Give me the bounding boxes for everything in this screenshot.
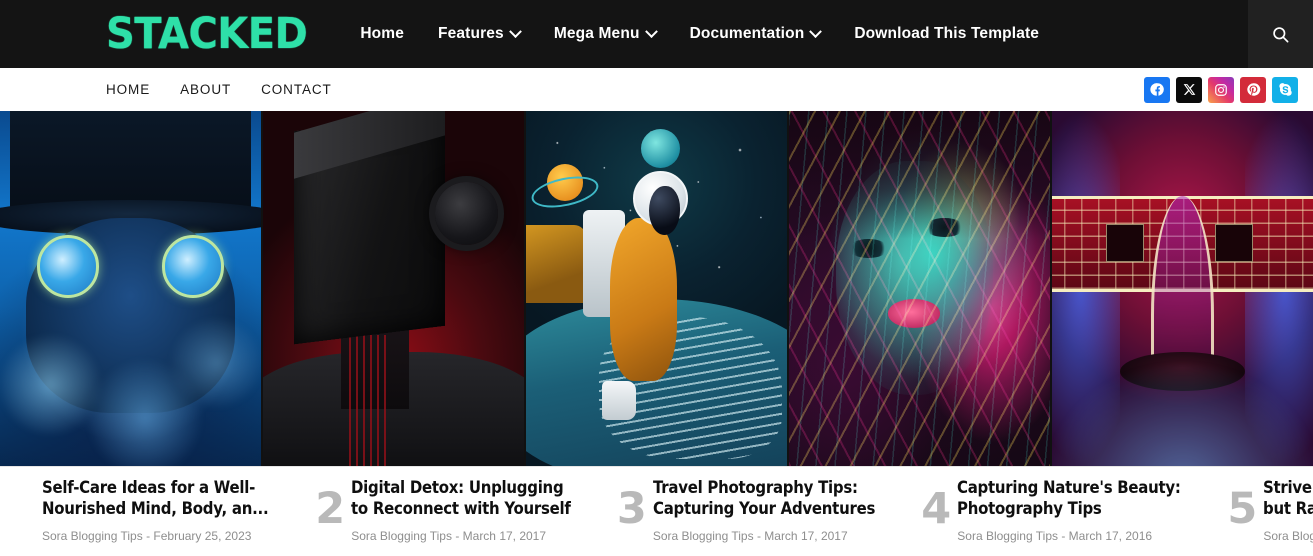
post-image-neon-woman-portrait bbox=[789, 111, 1050, 466]
post-image-box-head-figure bbox=[263, 111, 524, 466]
chevron-down-icon bbox=[644, 24, 658, 38]
facebook-link[interactable] bbox=[1144, 76, 1170, 103]
post-title-line: Capturing Your Adventures bbox=[652, 499, 875, 520]
nav-item-download-this-template[interactable]: Download This Template bbox=[837, 0, 1056, 68]
skype-icon bbox=[1278, 83, 1292, 96]
carousel-slide-3[interactable] bbox=[526, 111, 787, 466]
post-title-line: Photography Tips bbox=[957, 499, 1102, 520]
nav-item-documentation[interactable]: Documentation bbox=[673, 0, 838, 68]
post-title[interactable]: Capturing Nature's Beauty: Photography T… bbox=[957, 478, 1212, 520]
post-meta: Sora Blogging Tips - March 17, 2016 bbox=[1263, 529, 1313, 544]
nav-item-label: Features bbox=[438, 25, 504, 42]
nav-item-home[interactable]: Home bbox=[343, 0, 421, 68]
carousel-slide-2[interactable] bbox=[263, 111, 524, 466]
sub-nav-item-about[interactable]: ABOUT bbox=[165, 82, 246, 97]
sub-nav-item-home[interactable]: HOME bbox=[106, 82, 165, 97]
post-title-line: Self-Care Ideas for a Well- bbox=[42, 478, 256, 498]
secondary-navigation-bar: HOME ABOUT CONTACT bbox=[0, 68, 1313, 111]
site-logo[interactable]: STACKED bbox=[106, 0, 308, 70]
nav-item-label: Mega Menu bbox=[553, 25, 640, 42]
post-cell-2[interactable]: 2 Digital Detox: Unplugging to Reconnect… bbox=[309, 467, 611, 556]
secondary-navigation: HOME ABOUT CONTACT bbox=[106, 82, 347, 97]
carousel-slide-5[interactable] bbox=[1052, 111, 1313, 466]
post-meta: Sora Blogging Tips - March 17, 2017 bbox=[351, 529, 547, 544]
instagram-icon bbox=[1215, 83, 1227, 96]
x-icon bbox=[1183, 84, 1195, 95]
post-title-line: Capturing Nature's Beauty: bbox=[957, 478, 1181, 498]
nav-item-label: Documentation bbox=[689, 25, 805, 42]
post-image-astronaut-riding-whale bbox=[526, 111, 787, 466]
post-rank-number: 2 bbox=[315, 484, 346, 534]
instagram-link[interactable] bbox=[1208, 76, 1234, 103]
post-image-blue-steampunk-portrait bbox=[0, 111, 261, 466]
top-header: STACKED Home Features Mega Menu Document… bbox=[0, 0, 1313, 68]
search-icon bbox=[1273, 26, 1289, 42]
post-meta: Sora Blogging Tips - February 25, 2023 bbox=[42, 529, 252, 544]
post-title-line: but Rather to Be of Value bbox=[1263, 499, 1313, 520]
carousel-slide-1[interactable] bbox=[0, 111, 261, 466]
nav-item-label: Home bbox=[360, 25, 404, 42]
search-button[interactable] bbox=[1248, 0, 1313, 68]
carousel-slide-4[interactable] bbox=[789, 111, 1050, 466]
nav-item-features[interactable]: Features bbox=[421, 0, 537, 68]
post-title-line: Digital Detox: Unplugging bbox=[351, 478, 564, 498]
main-navigation: Home Features Mega Menu Documentation Do… bbox=[343, 0, 1056, 68]
skype-link[interactable] bbox=[1272, 76, 1298, 103]
post-title-line: Travel Photography Tips: bbox=[652, 478, 858, 498]
post-title[interactable]: Self-Care Ideas for a Well- Nourished Mi… bbox=[42, 478, 300, 520]
post-cell-1[interactable]: 1 Self-Care Ideas for a Well- Nourished … bbox=[0, 467, 309, 556]
post-title-line: Strive Not to Be a Success, bbox=[1263, 478, 1313, 498]
post-image-cyber-visor-face bbox=[1052, 111, 1313, 466]
chevron-down-icon bbox=[809, 24, 823, 38]
featured-posts-titles: 1 Self-Care Ideas for a Well- Nourished … bbox=[0, 466, 1313, 556]
pinterest-icon bbox=[1246, 83, 1260, 96]
post-rank-number: 5 bbox=[1227, 484, 1258, 534]
post-title-line: to Reconnect with Yourself bbox=[351, 499, 571, 520]
social-links bbox=[1144, 76, 1298, 103]
nav-item-mega-menu[interactable]: Mega Menu bbox=[537, 0, 673, 68]
post-cell-3[interactable]: 3 Travel Photography Tips: Capturing You… bbox=[611, 467, 915, 556]
post-title[interactable]: Strive Not to Be a Success, but Rather t… bbox=[1263, 478, 1313, 520]
nav-item-label: Download This Template bbox=[854, 25, 1040, 42]
post-title[interactable]: Digital Detox: Unplugging to Reconnect w… bbox=[351, 478, 601, 520]
post-cell-5[interactable]: 5 Strive Not to Be a Success, but Rather… bbox=[1221, 467, 1313, 556]
pinterest-link[interactable] bbox=[1240, 76, 1266, 103]
post-meta: Sora Blogging Tips - March 17, 2017 bbox=[652, 529, 848, 544]
post-title[interactable]: Travel Photography Tips: Capturing Your … bbox=[653, 478, 906, 520]
featured-posts-carousel bbox=[0, 111, 1313, 466]
post-rank-number: 3 bbox=[616, 484, 647, 534]
chevron-down-icon bbox=[508, 24, 522, 38]
post-rank-number: 4 bbox=[921, 484, 952, 534]
post-meta: Sora Blogging Tips - March 17, 2016 bbox=[957, 529, 1153, 544]
post-cell-4[interactable]: 4 Capturing Nature's Beauty: Photography… bbox=[915, 467, 1221, 556]
post-title-line: Nourished Mind, Body, an... bbox=[42, 499, 269, 520]
facebook-icon bbox=[1149, 83, 1164, 96]
x-twitter-link[interactable] bbox=[1176, 76, 1202, 103]
sub-nav-item-contact[interactable]: CONTACT bbox=[246, 82, 347, 97]
